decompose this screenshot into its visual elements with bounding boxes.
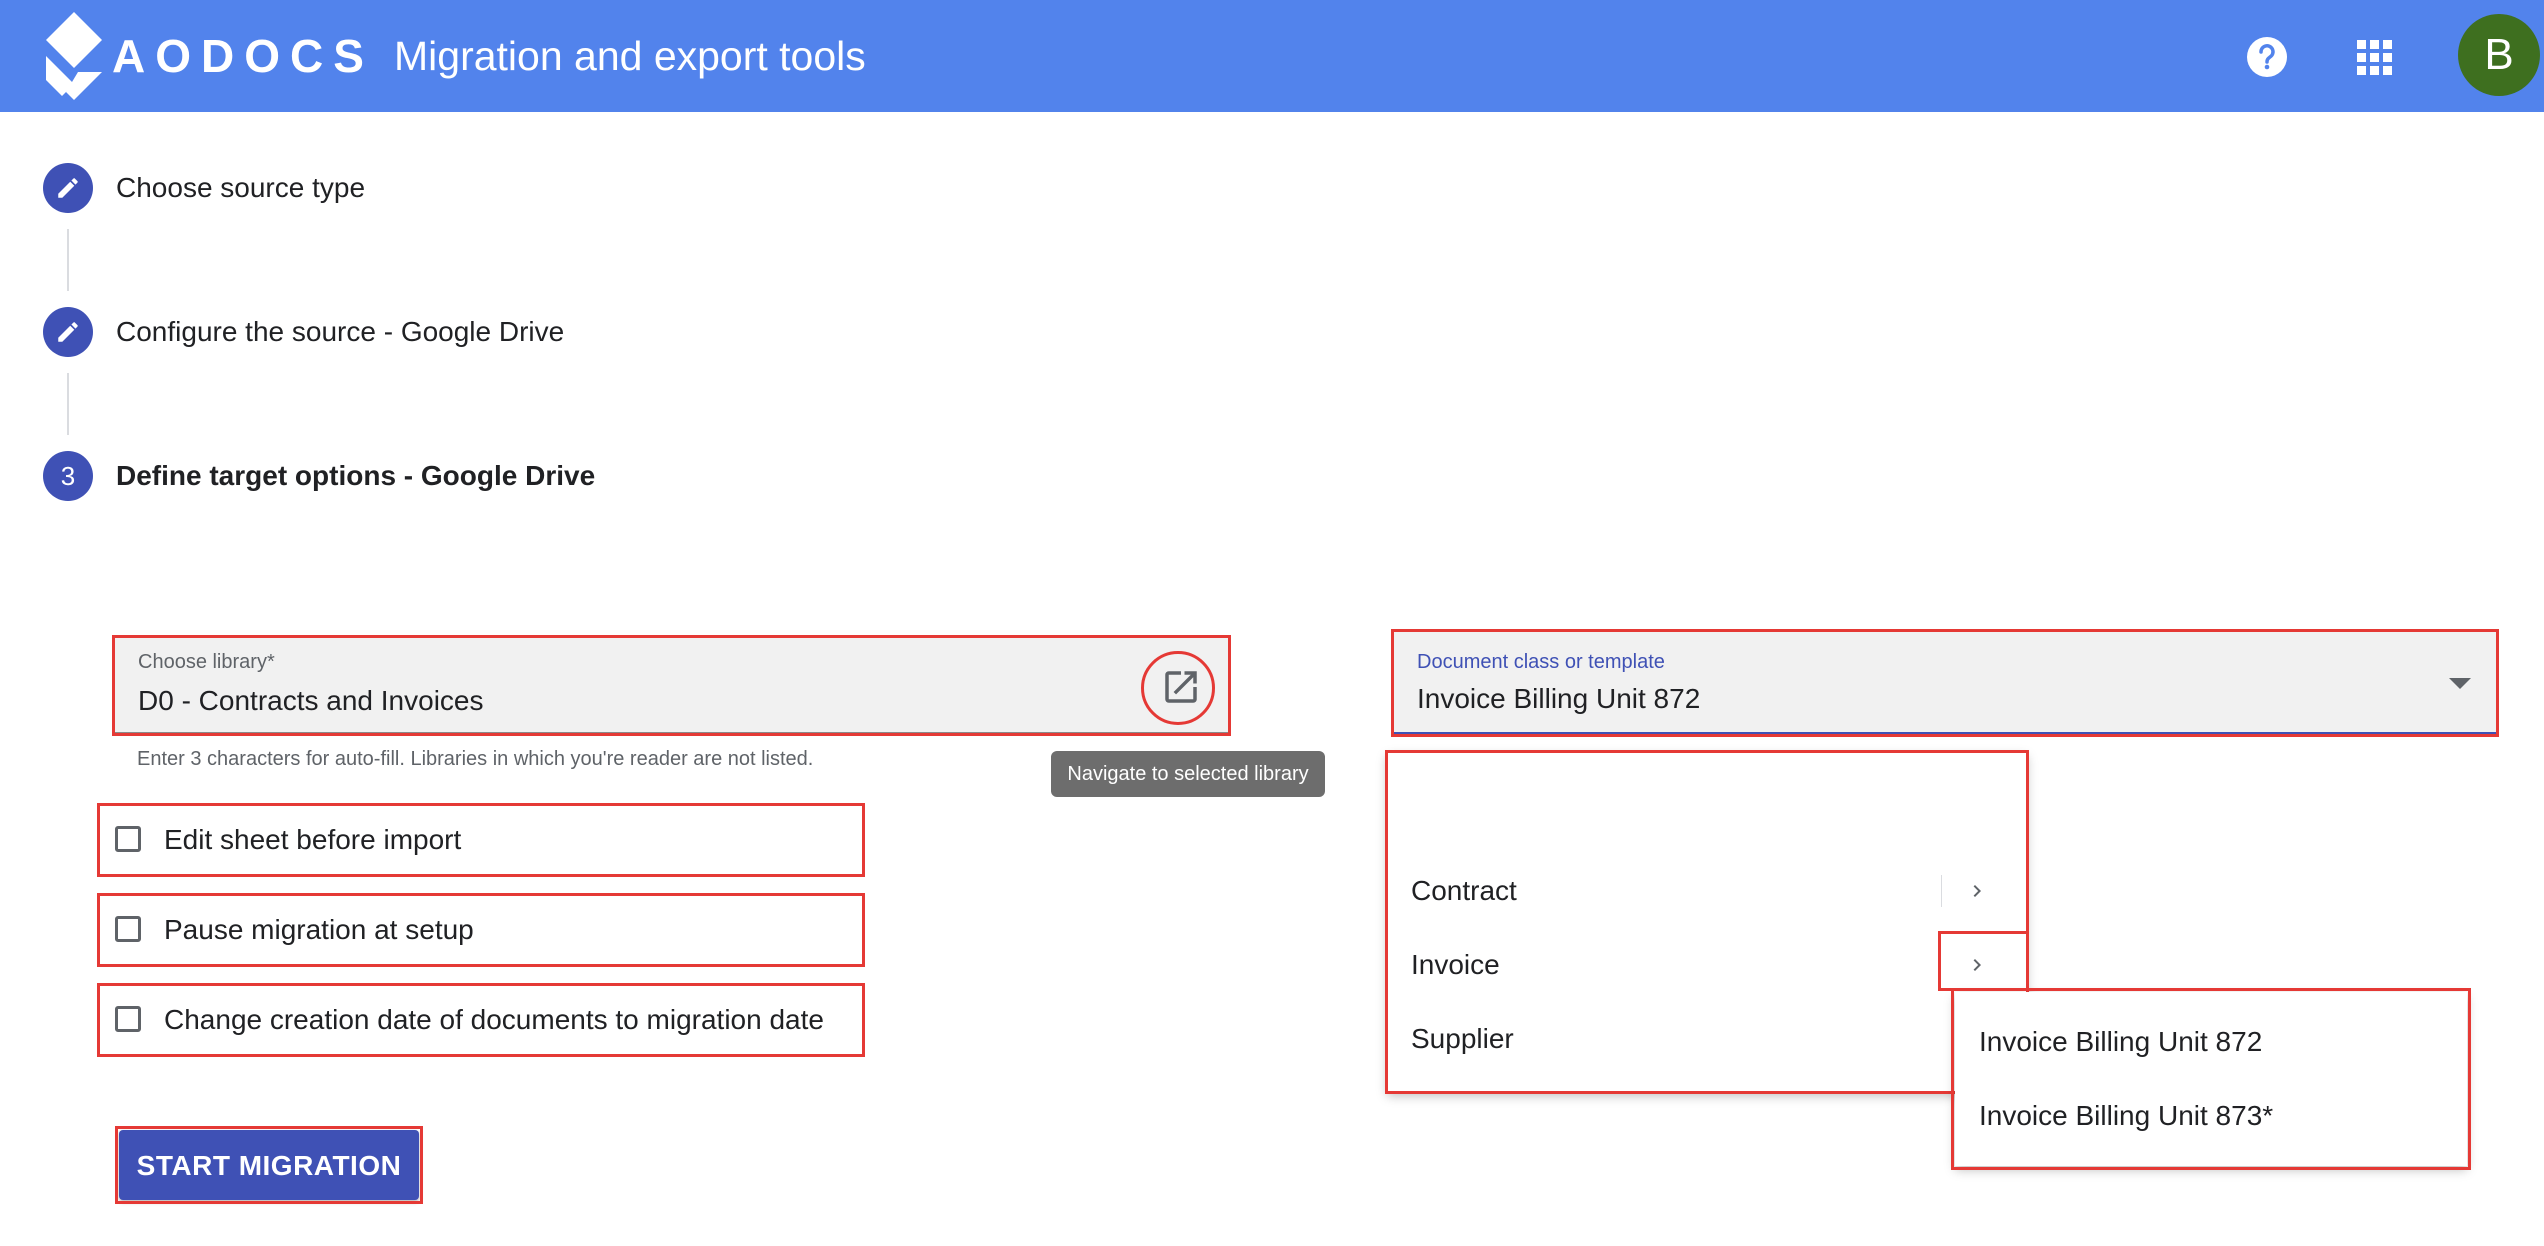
help-icon[interactable] bbox=[2246, 36, 2288, 78]
step-2-label[interactable]: Configure the source - Google Drive bbox=[116, 307, 564, 357]
step-3-label[interactable]: Define target options - Google Drive bbox=[116, 451, 595, 501]
step-1-edit-icon bbox=[43, 163, 93, 213]
highlight-box bbox=[1951, 988, 2471, 1170]
highlight-box bbox=[97, 983, 865, 1057]
step-1-label[interactable]: Choose source type bbox=[116, 163, 365, 213]
library-hint: Enter 3 characters for auto-fill. Librar… bbox=[137, 748, 814, 770]
highlight-circle bbox=[1141, 651, 1215, 725]
step-connector bbox=[67, 373, 69, 435]
step-3-number: 3 bbox=[43, 451, 93, 501]
highlight-box bbox=[1385, 750, 2029, 1094]
logo-text: AODOCS bbox=[112, 30, 374, 82]
step-connector bbox=[67, 229, 69, 291]
aodocs-logo-icon bbox=[46, 12, 102, 100]
highlight-box bbox=[112, 635, 1231, 736]
app-header: AODOCS Migration and export tools B bbox=[0, 0, 2544, 112]
highlight-box bbox=[97, 803, 865, 877]
highlight-box bbox=[115, 1126, 423, 1204]
app-title: Migration and export tools bbox=[394, 33, 866, 79]
user-avatar[interactable]: B bbox=[2458, 14, 2540, 96]
highlight-box bbox=[97, 893, 865, 967]
step-2-edit-icon bbox=[43, 307, 93, 357]
highlight-box bbox=[1938, 931, 2029, 991]
highlight-box bbox=[1391, 629, 2499, 737]
navigate-tooltip: Navigate to selected library bbox=[1051, 751, 1325, 797]
apps-grid-icon[interactable] bbox=[2357, 40, 2393, 76]
